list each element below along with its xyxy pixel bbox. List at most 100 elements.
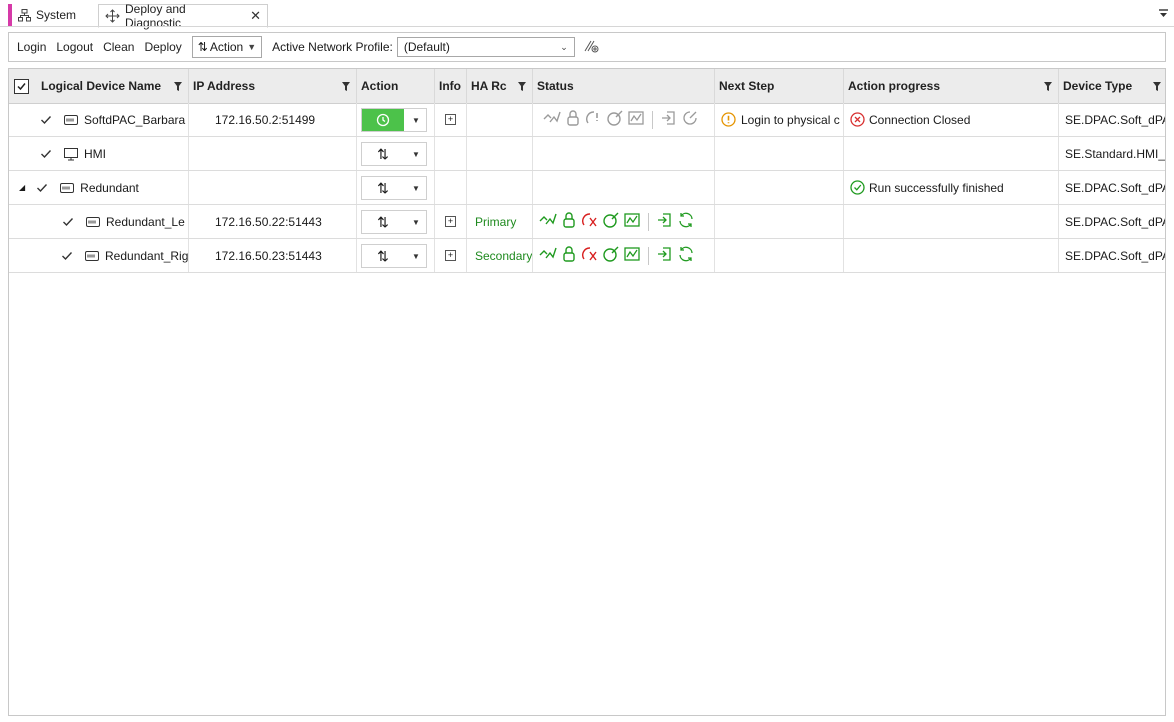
expand-icon[interactable]: + bbox=[445, 250, 456, 261]
status-cell bbox=[533, 137, 715, 170]
device-name: SoftdPAC_Barbara bbox=[84, 112, 186, 127]
column-header-ha[interactable]: HA Rc bbox=[467, 69, 533, 103]
up-down-arrows-icon: ⇅ bbox=[377, 247, 389, 264]
select-all-checkbox[interactable] bbox=[14, 78, 29, 94]
device-type-cell: SE.DPAC.Soft_dPAC bbox=[1059, 239, 1165, 272]
ha-cell: Secondary bbox=[467, 239, 533, 272]
status-separator bbox=[648, 246, 649, 265]
controller-icon bbox=[60, 182, 75, 193]
clean-button[interactable]: Clean bbox=[103, 40, 134, 54]
row-checkbox[interactable] bbox=[39, 147, 52, 160]
caret-down-icon[interactable]: ▼ bbox=[412, 150, 420, 159]
collapse-triangle-icon[interactable]: ◢ bbox=[19, 183, 25, 192]
row-checkbox[interactable] bbox=[61, 249, 73, 262]
next-step-cell: Login to physical c bbox=[715, 103, 844, 136]
table-row[interactable]: HMI ⇅ ▼ SE.Standard.HMI_M bbox=[9, 137, 1165, 171]
network-profile-settings-icon[interactable] bbox=[583, 38, 599, 57]
action-button[interactable]: ⇅ bbox=[362, 245, 404, 267]
controller-icon bbox=[86, 216, 100, 227]
chevron-down-icon: ⌄ bbox=[560, 41, 568, 52]
table-row[interactable]: Redundant_Le 172.16.50.22:51443 ⇅ ▼ + Pr… bbox=[9, 205, 1165, 239]
filter-icon[interactable] bbox=[518, 80, 526, 94]
deploy-button[interactable]: Deploy bbox=[144, 40, 181, 54]
toolbar: Login Logout Clean Deploy ⇅ Action ▼ Act… bbox=[8, 32, 1166, 62]
row-checkbox[interactable] bbox=[61, 215, 74, 228]
tab-system[interactable]: System bbox=[8, 4, 104, 26]
info-cell: + bbox=[435, 239, 467, 272]
connection-status-icon bbox=[539, 211, 557, 232]
network-profile-label: Active Network Profile: bbox=[272, 40, 393, 54]
next-step-cell bbox=[715, 205, 844, 238]
column-header-status[interactable]: Status bbox=[533, 69, 715, 103]
controller-icon bbox=[64, 114, 78, 125]
close-icon[interactable]: ✕ bbox=[250, 8, 261, 24]
ha-role: Secondary bbox=[475, 248, 533, 263]
action-dropdown[interactable]: ⇅ ▼ bbox=[361, 176, 427, 200]
success-check-icon bbox=[850, 180, 865, 195]
sync-status-icon bbox=[606, 109, 624, 130]
device-name: Redundant_Le bbox=[106, 214, 185, 229]
filter-icon[interactable] bbox=[174, 80, 182, 94]
table-row[interactable]: SoftdPAC_Barbara 172.16.50.2:51499 ▼ + L… bbox=[9, 103, 1165, 137]
progress-cell bbox=[844, 205, 1059, 238]
device-name: Redundant_Rig bbox=[105, 248, 189, 263]
tab-bar-divider bbox=[0, 26, 1174, 27]
action-button[interactable]: ⇅ bbox=[362, 211, 404, 233]
action-dropdown[interactable]: ⇅ ▼ bbox=[361, 244, 427, 268]
logout-button[interactable]: Logout bbox=[56, 40, 93, 54]
action-cell: ⇅ ▼ bbox=[357, 137, 435, 170]
next-step-text: Login to physical c bbox=[741, 112, 840, 127]
caret-down-icon[interactable]: ▼ bbox=[412, 252, 420, 261]
action-button[interactable] bbox=[362, 109, 404, 131]
column-header-ha-label: HA Rc bbox=[471, 79, 507, 93]
column-header-name[interactable]: Logical Device Name bbox=[9, 69, 189, 103]
action-dropdown[interactable]: ⇅ ▼ bbox=[361, 142, 427, 166]
login-button[interactable]: Login bbox=[17, 40, 46, 54]
tab-system-label: System bbox=[36, 8, 77, 22]
error-icon bbox=[850, 112, 865, 127]
refresh-cycle-icon bbox=[375, 112, 391, 128]
table-row[interactable]: ◢ Redundant ⇅ ▼ Run successfully finishe… bbox=[9, 171, 1165, 205]
caret-down-icon[interactable]: ▼ bbox=[412, 184, 420, 193]
column-header-info[interactable]: Info bbox=[435, 69, 467, 103]
column-header-device-type[interactable]: Device Type bbox=[1059, 69, 1165, 103]
device-type: SE.DPAC.Soft_dPAC bbox=[1065, 180, 1165, 195]
action-dropdown[interactable]: ⇅ ▼ bbox=[361, 210, 427, 234]
row-checkbox[interactable] bbox=[35, 181, 48, 194]
status-separator bbox=[648, 212, 649, 231]
next-step-cell bbox=[715, 239, 844, 272]
action-dropdown[interactable]: ▼ bbox=[361, 108, 427, 132]
caret-down-icon[interactable]: ▼ bbox=[412, 218, 420, 227]
expand-icon[interactable]: + bbox=[445, 114, 456, 125]
ha-cell bbox=[467, 103, 533, 136]
column-header-action[interactable]: Action bbox=[357, 69, 435, 103]
table-row[interactable]: Redundant_Rig 172.16.50.23:51443 ⇅ ▼ + S… bbox=[9, 239, 1165, 273]
row-checkbox[interactable] bbox=[39, 113, 52, 126]
device-type: SE.DPAC.Soft_dPAC bbox=[1065, 248, 1165, 263]
device-type: SE.DPAC.Soft_dPAC bbox=[1065, 214, 1165, 229]
action-cell: ⇅ ▼ bbox=[357, 205, 435, 238]
action-button[interactable]: ⇅ bbox=[362, 143, 404, 165]
filter-icon[interactable] bbox=[1153, 80, 1161, 94]
info-cell: + bbox=[435, 103, 467, 136]
device-grid: Logical Device Name IP Address Action In… bbox=[8, 68, 1166, 716]
column-header-next-step[interactable]: Next Step bbox=[715, 69, 844, 103]
column-header-device-type-label: Device Type bbox=[1063, 79, 1133, 93]
ha-cell bbox=[467, 171, 533, 204]
tab-deploy-and-diagnostic[interactable]: Deploy and Diagnostic ✕ bbox=[98, 2, 268, 30]
tab-overflow-icon[interactable] bbox=[1159, 7, 1168, 21]
filter-icon[interactable] bbox=[342, 80, 350, 94]
action-button[interactable]: ⇅ bbox=[362, 177, 404, 199]
action-dropdown-button[interactable]: ⇅ Action ▼ bbox=[191, 36, 263, 58]
redundancy-sync-icon bbox=[677, 211, 695, 232]
controller-icon bbox=[85, 250, 99, 261]
filter-icon[interactable] bbox=[1044, 80, 1052, 94]
expand-icon[interactable]: + bbox=[445, 216, 456, 227]
column-header-progress[interactable]: Action progress bbox=[844, 69, 1059, 103]
caret-down-icon[interactable]: ▼ bbox=[412, 116, 420, 125]
column-header-ip[interactable]: IP Address bbox=[189, 69, 357, 103]
action-cell: ⇅ ▼ bbox=[357, 239, 435, 272]
diagnostic-chart-icon bbox=[627, 109, 645, 130]
status-cell bbox=[533, 205, 715, 238]
network-profile-select[interactable]: (Default) ⌄ bbox=[396, 37, 575, 57]
